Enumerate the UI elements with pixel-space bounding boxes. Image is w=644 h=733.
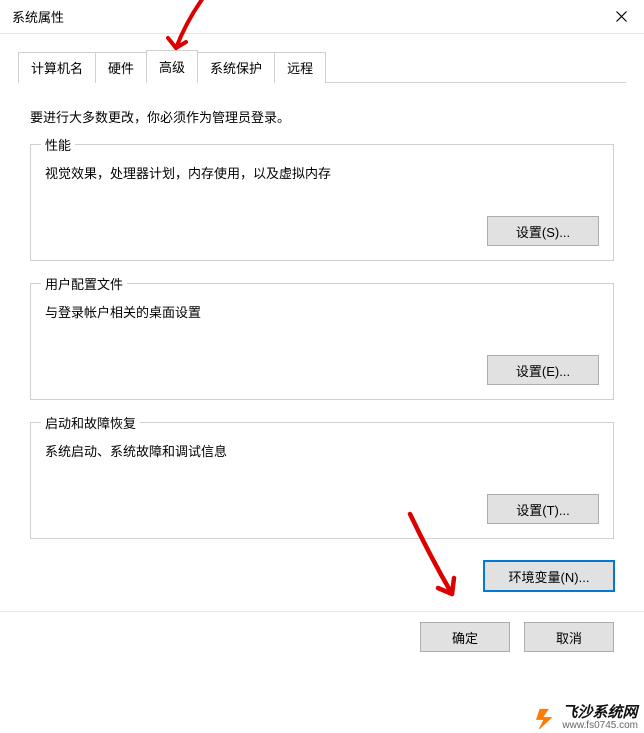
tab-hardware[interactable]: 硬件	[95, 52, 147, 83]
profiles-settings-button[interactable]: 设置(E)...	[487, 355, 599, 385]
startup-desc: 系统启动、系统故障和调试信息	[45, 441, 599, 460]
cancel-button[interactable]: 取消	[524, 622, 614, 652]
performance-settings-button[interactable]: 设置(S)...	[487, 216, 599, 246]
tab-label: 远程	[287, 61, 313, 76]
close-button[interactable]	[598, 0, 644, 34]
group-startup-recovery: 启动和故障恢复 系统启动、系统故障和调试信息 设置(T)...	[30, 422, 614, 539]
tab-label: 系统保护	[210, 61, 262, 76]
watermark: 飞沙系统网 www.fs0745.com	[536, 705, 638, 731]
tab-label: 高级	[159, 60, 185, 75]
environment-variables-button[interactable]: 环境变量(N)...	[484, 561, 614, 591]
tab-label: 计算机名	[31, 61, 83, 76]
watermark-name: 飞沙系统网	[562, 705, 638, 721]
profiles-desc: 与登录帐户相关的桌面设置	[45, 302, 599, 321]
dialog-footer: 确定 取消	[0, 611, 644, 666]
tab-advanced[interactable]: 高级	[146, 50, 198, 83]
close-icon	[616, 11, 627, 22]
tab-remote[interactable]: 远程	[274, 52, 326, 83]
watermark-logo-icon	[536, 707, 558, 729]
startup-settings-button[interactable]: 设置(T)...	[487, 494, 599, 524]
group-title: 性能	[41, 135, 75, 154]
group-title: 用户配置文件	[41, 274, 127, 293]
ok-button[interactable]: 确定	[420, 622, 510, 652]
tab-computer-name[interactable]: 计算机名	[18, 52, 96, 83]
tab-strip: 计算机名 硬件 高级 系统保护 远程	[0, 34, 644, 83]
titlebar: 系统属性	[0, 0, 644, 34]
admin-notice: 要进行大多数更改，你必须作为管理员登录。	[30, 107, 614, 126]
tab-content-advanced: 要进行大多数更改，你必须作为管理员登录。 性能 视觉效果，处理器计划，内存使用，…	[0, 83, 644, 539]
group-performance: 性能 视觉效果，处理器计划，内存使用，以及虚拟内存 设置(S)...	[30, 144, 614, 261]
window-title: 系统属性	[12, 7, 64, 26]
tab-system-protection[interactable]: 系统保护	[197, 52, 275, 83]
group-title: 启动和故障恢复	[41, 413, 140, 432]
watermark-url: www.fs0745.com	[562, 721, 638, 732]
tab-label: 硬件	[108, 61, 134, 76]
system-properties-dialog: 系统属性 计算机名 硬件 高级 系统保护 远程 要进行大多数更改，你必须作为管理…	[0, 0, 644, 733]
group-user-profiles: 用户配置文件 与登录帐户相关的桌面设置 设置(E)...	[30, 283, 614, 400]
performance-desc: 视觉效果，处理器计划，内存使用，以及虚拟内存	[45, 163, 599, 182]
